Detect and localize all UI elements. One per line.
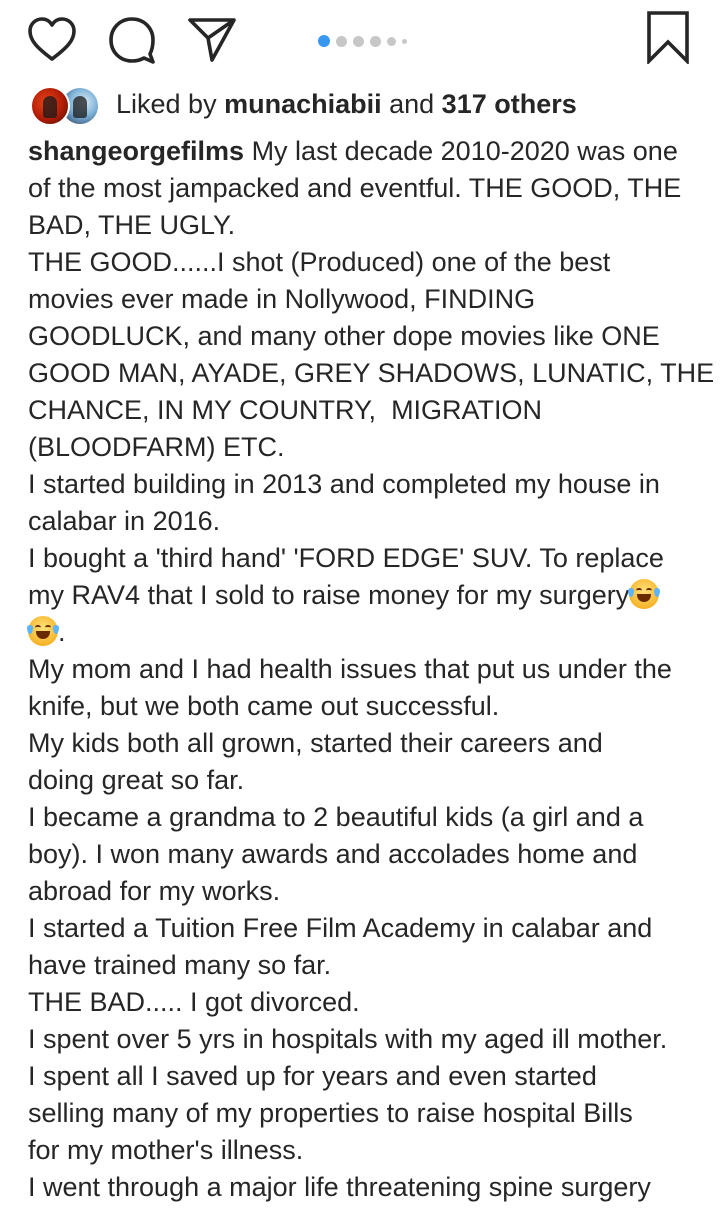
post-caption: shangeorgefilms My last decade 2010-2020…: [27, 133, 715, 1206]
caption-text: my RAV4 that I sold to raise money for m…: [28, 580, 630, 610]
caption-line: knife, but we both came out successful.: [28, 691, 500, 721]
send-icon[interactable]: [186, 14, 238, 66]
carousel-dot: [370, 35, 381, 47]
likes-summary: Liked by munachiabii and 317 others: [116, 84, 577, 124]
face-with-tears-of-joy-icon: [27, 616, 59, 646]
caption-line: for my mother's illness.: [28, 1135, 304, 1165]
post-panel: Liked by munachiabii and 317 others shan…: [0, 0, 720, 1212]
caption-line: I spent over 5 yrs in hospitals with my …: [28, 1024, 668, 1054]
caption-text: .: [58, 617, 66, 647]
caption-line: I bought a 'third hand' 'FORD EDGE' SUV.…: [28, 543, 664, 573]
caption-line: I started a Tuition Free Film Academy in…: [28, 913, 653, 943]
liker-avatars[interactable]: [30, 84, 104, 126]
caption-line-emoji: .: [27, 614, 704, 651]
caption-line: (BLOODFARM) ETC.: [28, 432, 285, 462]
bookmark-icon[interactable]: [644, 10, 692, 64]
caption-text: My last decade 2010-2020 was one: [244, 136, 678, 166]
caption-line: CHANCE, IN MY COUNTRY, MIGRATION: [28, 395, 543, 425]
caption-line: My mom and I had health issues that put …: [28, 654, 672, 684]
others-count-link[interactable]: 317 others: [442, 89, 577, 119]
carousel-dot: [402, 38, 407, 44]
caption-line: doing great so far.: [28, 765, 245, 795]
likes-row: Liked by munachiabii and 317 others: [30, 84, 577, 126]
caption-first-line: shangeorgefilms My last decade 2010-2020…: [28, 133, 704, 170]
heart-icon[interactable]: [26, 14, 78, 66]
caption-line: BAD, THE UGLY.: [28, 210, 236, 240]
post-action-bar: [0, 8, 720, 64]
carousel-indicator: [318, 34, 407, 48]
caption-line: boy). I won many awards and accolades ho…: [28, 839, 638, 869]
carousel-dot-active: [318, 35, 330, 47]
avatar[interactable]: [30, 86, 70, 126]
caption-line: GOODLUCK, and many other dope movies lik…: [28, 321, 660, 351]
caption-line: abroad for my works.: [28, 876, 281, 906]
caption-line: movies ever made in Nollywood, FINDING: [28, 284, 536, 314]
caption-line: THE BAD..... I got divorced.: [28, 987, 360, 1017]
caption-line: My kids both all grown, started their ca…: [28, 728, 603, 758]
likes-middle: and: [381, 89, 442, 119]
face-with-tears-of-joy-icon: [628, 579, 661, 609]
caption-line: THE GOOD......I shot (Produced) one of t…: [28, 247, 611, 277]
caption-line: of the most jampacked and eventful. THE …: [28, 173, 682, 203]
carousel-dot: [336, 35, 347, 47]
carousel-dot: [387, 36, 396, 46]
likes-prefix: Liked by: [116, 89, 225, 119]
caption-line: GOOD MAN, AYADE, GREY SHADOWS, LUNATIC, …: [28, 358, 715, 388]
caption-username-link[interactable]: shangeorgefilms: [28, 136, 244, 166]
caption-line-with-emoji: my RAV4 that I sold to raise money for m…: [28, 577, 704, 614]
caption-line: I spent all I saved up for years and eve…: [28, 1061, 597, 1091]
caption-line: have trained many so far.: [28, 950, 332, 980]
caption-line: I went through a major life threatening …: [28, 1172, 651, 1202]
liked-by-username-link[interactable]: munachiabii: [224, 89, 382, 119]
caption-line: selling many of my properties to raise h…: [28, 1098, 633, 1128]
caption-line: calabar in 2016.: [28, 506, 221, 536]
caption-line: I became a grandma to 2 beautiful kids (…: [28, 802, 644, 832]
carousel-dot: [353, 35, 364, 47]
comment-icon[interactable]: [106, 14, 158, 66]
caption-line: I started building in 2013 and completed…: [28, 469, 660, 499]
